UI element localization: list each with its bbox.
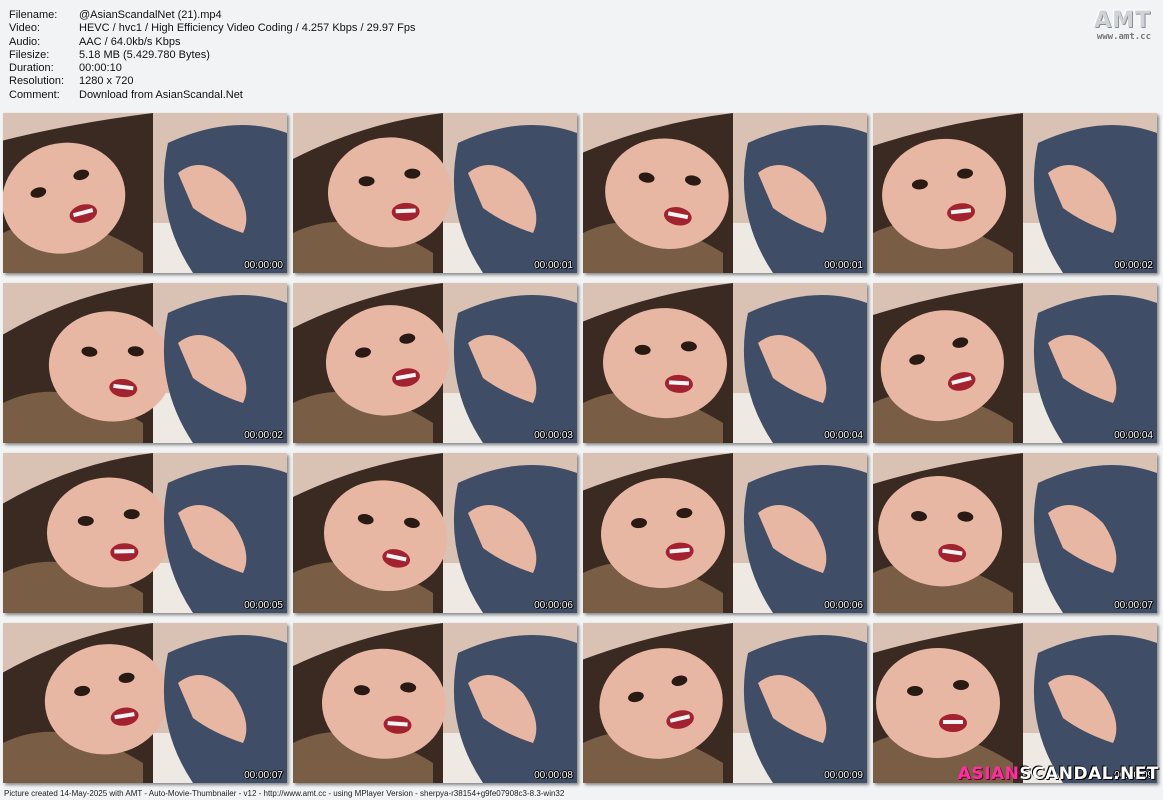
video-thumbnail: 00:00:07 <box>873 453 1157 613</box>
thumbnail-timestamp: 00:00:02 <box>1114 260 1153 271</box>
thumbnail-timestamp: 00:00:04 <box>1114 430 1153 441</box>
frame-image <box>3 453 287 613</box>
amt-logo-url: www.amt.cc <box>1096 32 1151 42</box>
thumbnail-timestamp: 00:00:06 <box>534 600 573 611</box>
thumbnail-timestamp: 00:00:06 <box>824 600 863 611</box>
thumbnail-timestamp: 00:00:03 <box>534 430 573 441</box>
info-key: Filename: <box>9 9 58 21</box>
brand-part-2: SCANDAL.NET <box>1019 764 1159 784</box>
frame-image <box>3 283 287 443</box>
frame-image <box>583 623 867 783</box>
info-key: Audio: <box>9 35 41 48</box>
frame-image <box>3 623 287 783</box>
video-thumbnail: 00:00:09 <box>873 623 1157 783</box>
frame-image <box>293 623 577 783</box>
info-row-comment: Comment: Download from AsianScandal.Net <box>9 89 416 102</box>
thumbnail-timestamp: 00:00:00 <box>244 260 283 271</box>
thumbnail-timestamp: 00:00:07 <box>244 770 283 781</box>
frame-image <box>873 113 1157 273</box>
file-info-panel: Filename: @AsianScandalNet (21).mp4 Vide… <box>9 9 416 102</box>
info-key: Duration: <box>9 62 54 75</box>
video-thumbnail: 00:00:01 <box>583 113 867 273</box>
video-thumbnail: 00:00:07 <box>3 623 287 783</box>
video-thumbnail: 00:00:06 <box>293 453 577 613</box>
brand-part-1: ASIAN <box>957 764 1020 784</box>
thumbnail-grid: 00:00:00 00:00:01 00:00:01 00:00:02 00:00:02… <box>3 113 1160 783</box>
frame-image <box>293 283 577 443</box>
frame-image <box>3 113 287 273</box>
info-value: Download from AsianScandal.Net <box>79 88 243 101</box>
info-key: Filesize: <box>9 48 50 61</box>
footer-credit: Picture created 14-May-2025 with AMT - A… <box>4 789 565 798</box>
info-value: 1280 x 720 <box>79 75 134 88</box>
frame-image <box>873 453 1157 613</box>
thumbnail-timestamp: 00:00:02 <box>244 430 283 441</box>
video-thumbnail: 00:00:06 <box>583 453 867 613</box>
info-value: @AsianScandalNet (21).mp4 <box>79 9 222 21</box>
frame-image <box>583 453 867 613</box>
frame-image <box>583 283 867 443</box>
video-thumbnail: 00:00:03 <box>293 283 577 443</box>
info-value: AAC / 64.0kb/s Kbps <box>79 35 181 48</box>
thumbnail-timestamp: 00:00:05 <box>244 600 283 611</box>
frame-image <box>293 453 577 613</box>
video-thumbnail: 00:00:04 <box>873 283 1157 443</box>
video-thumbnail: 00:00:05 <box>3 453 287 613</box>
frame-image <box>873 283 1157 443</box>
brand-watermark: ASIANSCANDAL.NET <box>958 764 1159 784</box>
thumbnail-timestamp: 00:00:07 <box>1114 600 1153 611</box>
info-value: 00:00:10 <box>79 62 122 75</box>
info-row-resolution: Resolution: 1280 x 720 <box>9 75 416 88</box>
thumbnail-timestamp: 00:00:01 <box>534 260 573 271</box>
frame-image <box>293 113 577 273</box>
info-row-duration: Duration: 00:00:10 <box>9 62 416 75</box>
info-key: Resolution: <box>9 75 65 88</box>
info-row-filename: Filename: @AsianScandalNet (21).mp4 <box>9 9 416 22</box>
video-thumbnail: 00:00:09 <box>583 623 867 783</box>
video-thumbnail: 00:00:02 <box>873 113 1157 273</box>
video-thumbnail: 00:00:08 <box>293 623 577 783</box>
thumbnail-timestamp: 00:00:01 <box>824 260 863 271</box>
thumbnail-timestamp: 00:00:08 <box>534 770 573 781</box>
info-row-audio: Audio: AAC / 64.0kb/s Kbps <box>9 36 416 49</box>
frame-image <box>873 623 1157 783</box>
amt-logo: AMT www.amt.cc <box>1094 8 1151 42</box>
video-thumbnail: 00:00:04 <box>583 283 867 443</box>
video-thumbnail: 00:00:01 <box>293 113 577 273</box>
amt-logo-text: AMT <box>1094 8 1151 33</box>
frame-image <box>583 113 867 273</box>
info-row-filesize: Filesize: 5.18 MB (5.429.780 Bytes) <box>9 49 416 62</box>
thumbnail-timestamp: 00:00:04 <box>824 430 863 441</box>
video-thumbnail: 00:00:02 <box>3 283 287 443</box>
info-key: Comment: <box>9 88 60 101</box>
video-thumbnail: 00:00:00 <box>3 113 287 273</box>
info-key: Video: <box>9 22 40 35</box>
info-row-video: Video: HEVC / hvc1 / High Efficiency Vid… <box>9 22 416 35</box>
info-value: HEVC / hvc1 / High Efficiency Video Codi… <box>79 22 416 35</box>
info-value: 5.18 MB (5.429.780 Bytes) <box>79 48 210 61</box>
thumbnail-timestamp: 00:00:09 <box>824 770 863 781</box>
